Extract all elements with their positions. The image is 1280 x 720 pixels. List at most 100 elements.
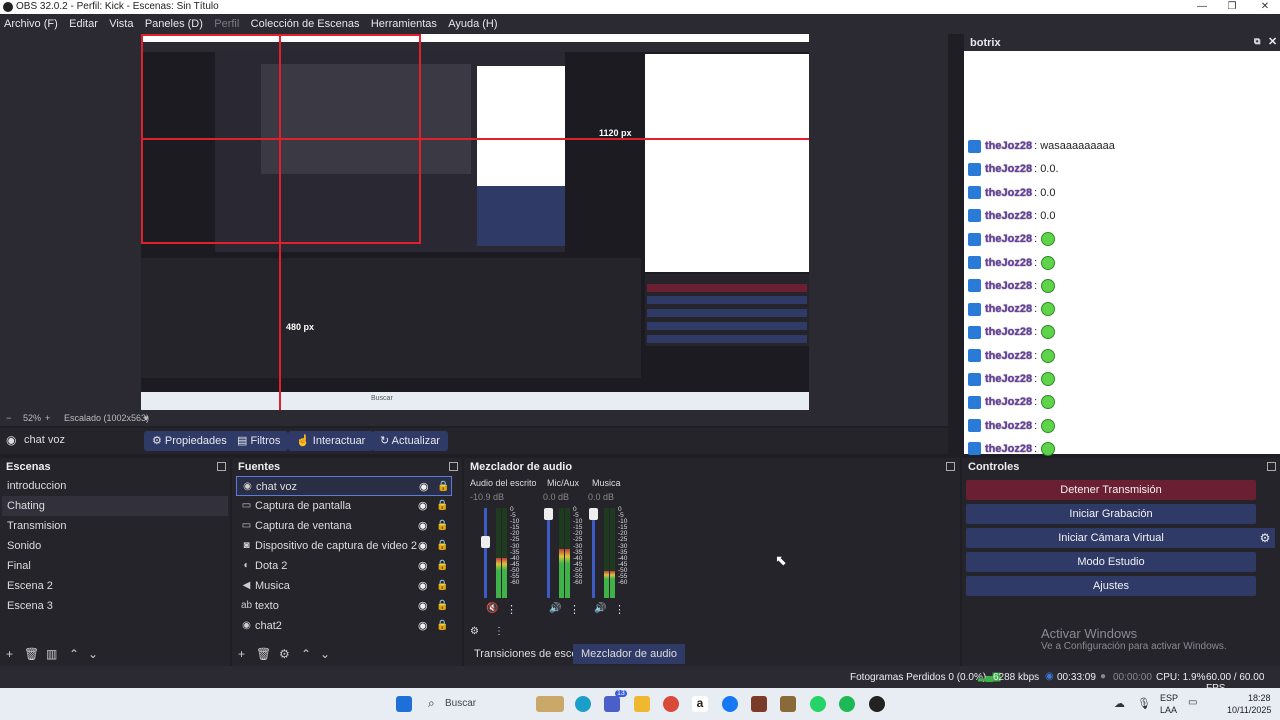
studio-mode-button[interactable]: Modo Estudio [966, 552, 1256, 572]
visibility-eye-icon[interactable]: ◉ [418, 596, 428, 616]
visibility-eye-icon[interactable]: ◉ [419, 477, 429, 497]
amazon-icon[interactable]: a [692, 696, 708, 712]
dock-close-icon[interactable]: ✕ [1268, 35, 1277, 48]
source-item[interactable]: ◉ chat voz ◉ 🔒 [236, 476, 452, 496]
speaker-icon[interactable]: 🔊 [594, 603, 606, 614]
move-down-icon[interactable]: ⌄ [88, 647, 98, 661]
minimize-icon[interactable]: — [1187, 0, 1217, 14]
volume-knob[interactable] [544, 508, 553, 520]
selection-box[interactable] [141, 34, 421, 244]
lock-icon[interactable]: 🔒 [436, 516, 448, 536]
source-item[interactable]: ◐ Dota 2 ◉ 🔒 [236, 556, 452, 576]
scene-item[interactable]: introduccion [2, 476, 228, 496]
volume-knob[interactable] [481, 536, 490, 548]
channel-menu-icon[interactable]: ⋮ [506, 603, 517, 616]
dock-float-icon[interactable] [1267, 462, 1276, 471]
visibility-eye-icon[interactable]: ◉ [418, 536, 428, 556]
source-up-icon[interactable]: ⌃ [301, 647, 311, 661]
remove-scene-icon[interactable]: 🗑 [24, 647, 39, 661]
network-icon[interactable]: ▭ [1188, 697, 1197, 708]
visibility-eye-icon[interactable]: ◉ [418, 496, 428, 516]
visibility-eye-icon[interactable]: ◉ [418, 516, 428, 536]
menu-coleccion-escenas[interactable]: Colección de Escenas [247, 14, 364, 34]
source-item[interactable]: ▭ Captura de pantalla ◉ 🔒 [236, 496, 452, 516]
move-up-icon[interactable]: ⌃ [69, 647, 79, 661]
scene-item[interactable]: Escena 2 [2, 576, 228, 596]
source-item[interactable]: ◀ Musica ◉ 🔒 [236, 576, 452, 596]
scene-item[interactable]: Sonido [2, 536, 228, 556]
stop-stream-button[interactable]: Detener Transmisión [966, 480, 1256, 500]
lock-icon[interactable]: 🔒 [437, 477, 449, 497]
menu-editar[interactable]: Editar [65, 14, 102, 34]
interact-button[interactable]: ☝ Interactuar [288, 431, 374, 451]
windows-start-icon[interactable] [396, 696, 412, 712]
volume-fader[interactable] [547, 508, 550, 598]
menu-archivo[interactable]: Archivo (F) [0, 14, 62, 34]
mixer-menu-icon[interactable]: ⋮ [494, 626, 504, 637]
visibility-eye-icon[interactable]: ◉ [418, 576, 428, 596]
search-icon[interactable]: ⌕ [428, 696, 435, 711]
scene-item[interactable]: Escena 3 [2, 596, 228, 616]
menu-vista[interactable]: Vista [105, 14, 137, 34]
speaker-icon[interactable]: 🔊 [549, 603, 561, 614]
widgets-icon[interactable] [536, 696, 564, 712]
source-properties-icon[interactable]: ⚙ [279, 647, 290, 661]
channel-menu-icon[interactable]: ⋮ [569, 603, 580, 616]
menu-ayuda[interactable]: Ayuda (H) [444, 14, 501, 34]
teams-icon[interactable] [604, 696, 620, 712]
chrome-icon[interactable] [663, 696, 679, 712]
zoom-in-icon[interactable]: + [45, 413, 50, 423]
settings-button[interactable]: Ajustes [966, 576, 1256, 596]
source-item[interactable]: ◉ chat2 ◉ 🔒 [236, 616, 452, 636]
close-icon[interactable]: ✕ [1250, 0, 1280, 14]
lock-icon[interactable]: 🔒 [436, 536, 448, 556]
layout-code[interactable]: LAA [1160, 705, 1177, 715]
dock-float-icon[interactable] [449, 462, 458, 471]
taskbar-search[interactable]: Buscar [445, 698, 476, 709]
menu-paneles[interactable]: Paneles (D) [141, 14, 207, 34]
virtual-camera-settings-icon[interactable]: ⚙ [1255, 528, 1275, 548]
source-item[interactable]: ◙ Dispositivo de captura de video 2 ◉ 🔒 [236, 536, 452, 556]
clock-time[interactable]: 18:28 [1248, 693, 1271, 703]
dock-float-icon[interactable] [946, 462, 955, 471]
visibility-eye-icon[interactable]: ◉ [418, 616, 428, 636]
facebook-icon[interactable] [722, 696, 738, 712]
edge-icon[interactable] [575, 696, 591, 712]
menu-herramientas[interactable]: Herramientas [367, 14, 441, 34]
source-down-icon[interactable]: ⌄ [320, 647, 330, 661]
spotify-icon[interactable] [839, 696, 855, 712]
volume-knob[interactable] [589, 508, 598, 520]
scene-item[interactable]: Final [2, 556, 228, 576]
source-item[interactable]: ▭ Captura de ventana ◉ 🔒 [236, 516, 452, 536]
obs-taskbar-icon[interactable] [869, 696, 885, 712]
zoom-out-icon[interactable]: − [6, 413, 11, 423]
volume-fader[interactable] [484, 508, 487, 598]
channel-menu-icon[interactable]: ⋮ [614, 603, 625, 616]
lock-icon[interactable]: 🔒 [436, 556, 448, 576]
properties-button[interactable]: ⚙ Propiedades [144, 431, 235, 451]
lock-icon[interactable]: 🔒 [436, 596, 448, 616]
file-explorer-icon[interactable] [634, 696, 650, 712]
app-icon-1[interactable] [751, 696, 767, 712]
preview-canvas[interactable]: Buscar 1120 px 480 px [141, 34, 809, 410]
dock-float-icon[interactable] [217, 462, 226, 471]
undock-icon[interactable]: ⧉ [1254, 36, 1260, 47]
maximize-icon[interactable]: ❐ [1217, 0, 1247, 14]
scale-dropdown-icon[interactable]: ▾ [144, 413, 149, 424]
lock-icon[interactable]: 🔒 [436, 576, 448, 596]
scene-filters-icon[interactable]: ▥ [46, 647, 57, 661]
advanced-audio-icon[interactable]: ⚙ [470, 626, 479, 637]
add-scene-icon[interactable]: + [6, 647, 13, 661]
scene-item[interactable]: Chating [2, 496, 228, 516]
scene-item[interactable]: Transmision [2, 516, 228, 536]
menu-perfil[interactable]: Perfil [210, 14, 243, 34]
chat-dock[interactable]: theJoz28: wasaaaaaaaaa theJoz28: 0.0. theJ… [964, 51, 1280, 456]
language-code[interactable]: ESP [1160, 693, 1178, 703]
refresh-button[interactable]: ↻ Actualizar [372, 431, 448, 451]
lock-icon[interactable]: 🔒 [436, 616, 448, 636]
muted-speaker-icon[interactable]: 🔇 [486, 603, 498, 614]
start-virtual-camera-button[interactable]: Iniciar Cámara Virtual [966, 528, 1256, 548]
remove-source-icon[interactable]: 🗑 [256, 647, 271, 661]
lock-icon[interactable]: 🔒 [436, 496, 448, 516]
filters-button[interactable]: ▤ Filtros [229, 431, 289, 451]
